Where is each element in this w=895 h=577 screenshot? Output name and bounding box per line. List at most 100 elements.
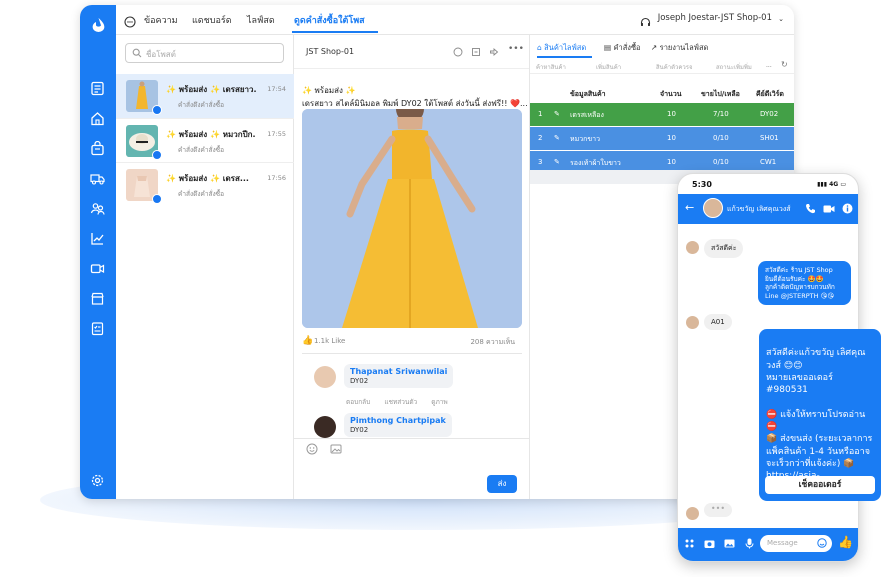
checklist-icon[interactable] [90,321,105,336]
conversation-item[interactable]: ✨ พร้อมส่ง ✨ หมวกปีก... คำสั่งดึงคำสั่งซ… [116,118,294,162]
message-in: สวัสดีค่ะ [704,239,744,258]
like-icon[interactable]: 👍 [302,336,313,346]
product-sold: 0/10 [713,158,729,166]
more-icon[interactable]: ••• [508,44,524,54]
search-icon [132,48,142,58]
filter-bar: ค้าหาสินค้า เพิ่มสินค้า สินค้าตัวควรจ สถ… [530,60,794,74]
add-product-filter[interactable]: เพิ่มสินค้า [596,62,621,72]
comment-actions: ตอบกลับ แชทส่วนตัว ดูภาพ [346,397,460,407]
apps-icon[interactable] [684,538,695,549]
avatar [703,198,723,218]
post-image [302,109,522,328]
store-icon[interactable] [90,291,105,306]
tab-orders[interactable]: ▤ คำสั่งซื้อ [604,42,641,54]
private-chat-link[interactable]: แชทส่วนตัว [384,398,417,406]
conversation-time: 17:54 [267,85,286,93]
search-input[interactable]: ชื่อโพสต์ [125,43,284,63]
settings-icon[interactable] [90,473,105,488]
column-header: จำนวน [660,90,682,98]
table-row[interactable]: 1 ✎ เดรสเหลือง 10 7/10 DY02 [530,103,794,126]
thumbs-up-icon[interactable]: 👍 [838,535,853,549]
truck-icon[interactable] [90,171,105,186]
emoji-icon[interactable] [306,443,318,455]
send-button[interactable]: ส่ง [487,475,517,493]
tab-live-products[interactable]: ⌂ สินค้าไลฟ์สด [537,42,586,54]
headset-icon [640,13,651,26]
phone-icon[interactable] [805,203,816,214]
conversation-list: ชื่อโพสต์ ✨ พร้อมส่ง ✨ เดรสยาว... คำสั่ง… [116,35,294,499]
row-number: 1 [538,110,543,118]
logo-icon [90,15,106,33]
message-in: A01 [704,314,732,330]
active-tab-indicator [537,56,592,58]
bag-icon[interactable] [90,141,105,156]
reply-link[interactable]: ตอบกลับ [346,398,370,406]
comment-author[interactable]: Thapanat Sriwanwilai [350,367,447,376]
post-panel: JST Shop-01 ••• ✨ พร้อมส่ง ✨ เดรสยาว สไต… [294,35,530,499]
save-icon[interactable] [471,47,481,57]
likes-count: 1.1k Like [314,337,346,345]
avatar [686,507,699,520]
tab-live[interactable]: ไลฟ์สด [247,13,275,27]
microphone-icon[interactable] [744,538,755,549]
product-search-input[interactable]: ค้าหาสินค้า [536,62,566,72]
image-icon[interactable] [330,443,342,455]
table-row[interactable]: 2 ✎ หมวกขาว 10 0/10 SH01 [530,127,794,150]
facebook-icon [152,105,162,115]
chevron-down-icon[interactable]: ⌄ [778,15,784,23]
signal-indicator: ▮▮▮ 4G ▭ [817,181,846,188]
more-filters[interactable]: ... [766,62,772,69]
check-order-button[interactable]: เช็คออเดอร์ [765,476,875,494]
page-name: JST Shop-01 [306,47,355,56]
refresh-icon[interactable]: ↻ [781,60,788,69]
gallery-icon[interactable] [724,538,735,549]
tab-post-orders[interactable]: ดูดคำสั่งซื้อใต้โพส [294,13,365,27]
edit-icon[interactable]: ✎ [554,158,560,166]
user-account[interactable]: Joseph Joestar-JST Shop-01 [658,13,772,23]
video-call-icon[interactable] [823,204,835,214]
info-icon[interactable] [842,203,853,214]
tab-messages[interactable]: ข้อความ [144,13,178,27]
post-header: JST Shop-01 ••• [294,35,529,69]
view-image-link[interactable]: ดูภาพ [431,398,447,406]
comment-text: DY02 [350,377,369,385]
camera-icon[interactable] [704,538,715,549]
status-bar: 5:30 ▮▮▮ 4G ▭ [678,174,858,194]
conversation-item[interactable]: ✨ พร้อมส่ง ✨ เดรสยาว... คำสั่งดึงคำสั่งซ… [116,74,294,118]
column-header: คีย์ดีเวิร์ด [756,90,784,98]
chart-icon[interactable] [90,231,105,246]
product-qty: 10 [667,158,676,166]
comment-author[interactable]: Pimthong Chartpipak [350,416,446,425]
comments-count: 208 ความเห็น [470,338,515,346]
users-icon[interactable] [90,201,105,216]
comment-text: DY02 [350,426,369,434]
tab-label: คำสั่งซื้อ [613,43,641,52]
back-arrow-icon[interactable]: ← [685,201,694,214]
edit-icon[interactable]: ✎ [554,110,560,118]
emoji-icon[interactable] [817,538,827,548]
product-example-filter[interactable]: สินค้าตัวควรจ [656,62,693,72]
conversation-item[interactable]: ✨ พร้อมส่ง ✨ เดรส... คำสั่งดึงคำสั่งซื้อ… [116,162,294,206]
order-message-text: สวัสดีค่ะแก้วขวัญ เลิศคุณ วงส์ 😊😊 หมายเล… [766,348,873,493]
home-icon[interactable] [90,111,105,126]
message-input[interactable]: Message [760,535,832,552]
row-number: 2 [538,134,543,142]
emoji-icon[interactable] [453,47,463,57]
share-icon[interactable] [489,47,499,57]
conversation-subtitle: คำสั่งดึงคำสั่งซื้อ [178,190,224,198]
product-keyword: CW1 [760,158,777,166]
edit-icon[interactable]: ✎ [554,134,560,142]
product-name: หมวกขาว [570,135,601,143]
status-filter[interactable]: สถานะเพิ่มพิ่ม [716,62,752,72]
document-icon[interactable] [90,81,105,96]
avatar [314,366,336,388]
conversation-title: ✨ พร้อมส่ง ✨ เดรส... [166,174,249,183]
tab-dashboard[interactable]: แดชบอร์ด [192,13,232,27]
column-header: ข้อมูลสินค้า [570,90,606,98]
network-type: 4G [829,181,839,188]
video-icon[interactable] [90,261,105,276]
post-caption-title: ✨ พร้อมส่ง ✨ [302,86,356,95]
sidebar [80,5,116,499]
tab-live-report[interactable]: ↗ รายงานไลฟ์สด [651,42,708,54]
chat-icon [124,13,136,28]
